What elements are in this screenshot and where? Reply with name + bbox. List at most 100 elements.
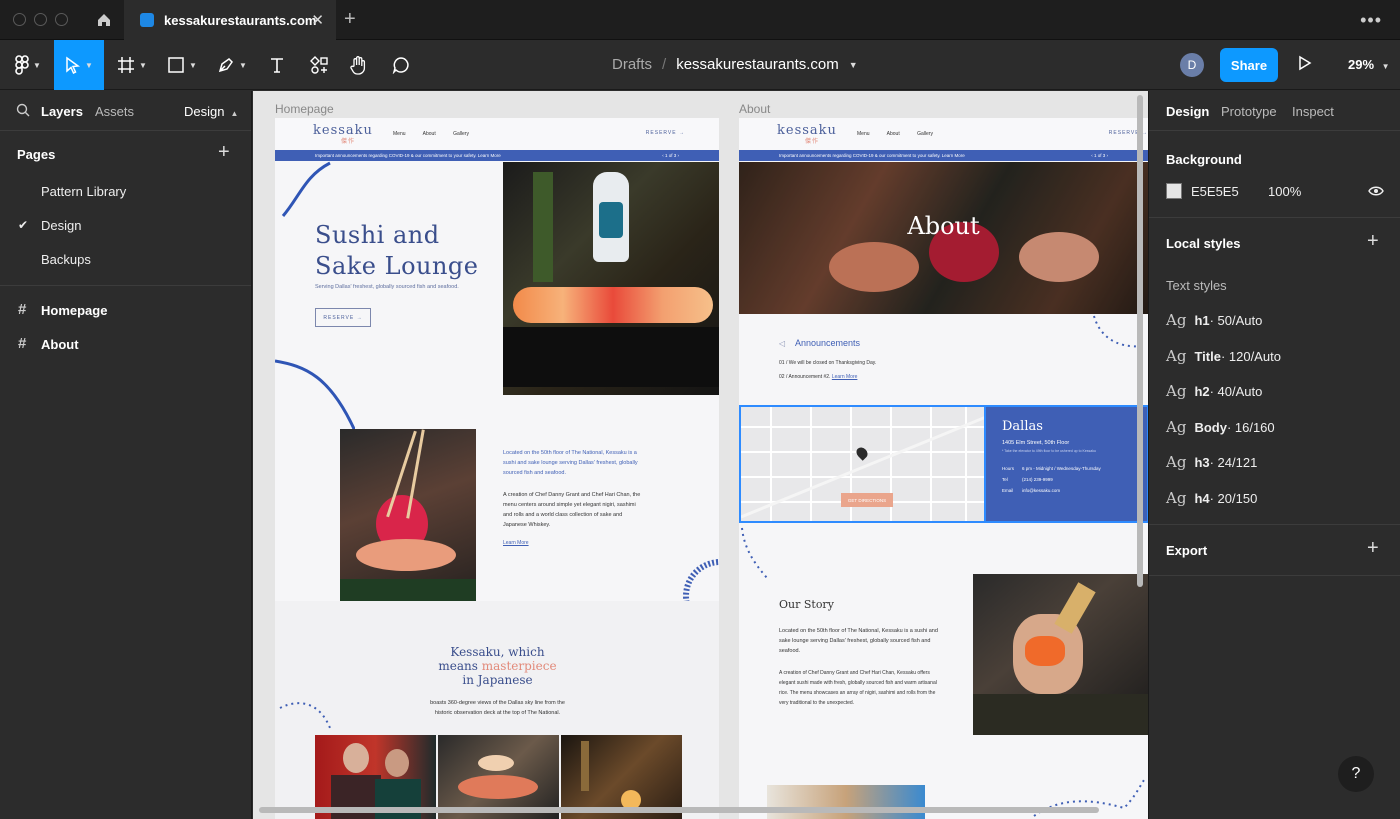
page-item-pattern-library[interactable]: Pattern Library xyxy=(0,175,251,209)
file-tab[interactable]: kessakurestaurants.com ✕ xyxy=(124,0,336,40)
frame-label-homepage[interactable]: Homepage xyxy=(275,102,334,116)
background-hex-input[interactable]: E5E5E5 xyxy=(1191,184,1239,199)
tab-assets[interactable]: Assets xyxy=(95,104,134,119)
get-directions-button: GET DIRECTIONS xyxy=(841,493,893,507)
site-nav-link: Menu xyxy=(857,131,870,137)
site-logo: kessaku 傑作 xyxy=(777,123,837,145)
canvas[interactable]: Homepage About kessaku 傑作 Menu About Gall… xyxy=(253,91,1148,819)
site-nav-links: Menu About Gallery xyxy=(393,131,485,137)
hero-photo-sushi-sake xyxy=(503,162,719,395)
text-style-title[interactable]: Ag Title · 120/Auto xyxy=(1166,347,1281,365)
pen-tool[interactable]: ▼ xyxy=(210,40,254,90)
intro-paragraph-2: A creation of Chef Danny Grant and Chef … xyxy=(503,492,641,528)
background-color-swatch[interactable] xyxy=(1166,183,1182,199)
text-style-icon: Ag xyxy=(1166,489,1187,507)
text-style-icon: Ag xyxy=(1166,418,1187,436)
add-page-button[interactable]: + xyxy=(218,141,230,164)
text-style-body[interactable]: Ag Body · 16/160 xyxy=(1166,418,1275,436)
site-banner: Important announcements regarding COVID-… xyxy=(275,150,719,161)
decorative-brush-stroke xyxy=(275,161,355,432)
window-zoom-button[interactable] xyxy=(55,13,68,26)
search-icon[interactable] xyxy=(16,103,30,122)
add-export-button[interactable]: + xyxy=(1367,537,1379,560)
layer-frame-about[interactable]: # About xyxy=(0,328,251,362)
background-opacity-input[interactable]: 100% xyxy=(1268,184,1301,199)
tab-prototype[interactable]: Prototype xyxy=(1221,104,1277,119)
file-name[interactable]: kessakurestaurants.com xyxy=(676,56,839,73)
location-map: GET DIRECTIONS xyxy=(739,405,984,523)
more-options-icon[interactable]: ••• xyxy=(1360,10,1382,31)
text-style-h3[interactable]: Ag h3 · 24/121 xyxy=(1166,453,1257,471)
page-label: Backups xyxy=(41,252,91,267)
close-tab-icon[interactable]: ✕ xyxy=(311,11,324,29)
style-spec: · 24/121 xyxy=(1209,455,1258,470)
style-name: h2 xyxy=(1194,384,1210,399)
window-minimize-button[interactable] xyxy=(34,13,47,26)
share-button[interactable]: Share xyxy=(1220,48,1278,82)
location-address: 1405 Elm Street, 50th Floor xyxy=(1002,440,1070,446)
avatar[interactable]: D xyxy=(1180,53,1204,77)
tab-inspect[interactable]: Inspect xyxy=(1292,104,1334,119)
text-style-h2[interactable]: Ag h2 · 40/Auto xyxy=(1166,382,1262,400)
site-nav-link: Gallery xyxy=(917,131,933,137)
add-style-button[interactable]: + xyxy=(1367,230,1379,253)
banner-pager: ‹ 1 of 3 › xyxy=(1091,153,1108,158)
style-name: Body xyxy=(1194,420,1227,435)
tab-layers[interactable]: Layers xyxy=(41,104,83,119)
chevron-down-icon: ▼ xyxy=(1381,62,1390,71)
layer-frame-homepage[interactable]: # Homepage xyxy=(0,294,251,328)
chevron-down-icon[interactable]: ▼ xyxy=(849,60,858,70)
frame-tool[interactable]: ▼ xyxy=(110,40,154,90)
breadcrumb: Drafts / kessakurestaurants.com ▼ xyxy=(612,56,858,73)
page-item-backups[interactable]: Backups xyxy=(0,243,251,277)
story-paragraph-1: Located on the 50th floor of The Nationa… xyxy=(779,628,938,654)
breadcrumb-drafts[interactable]: Drafts xyxy=(612,56,652,73)
shape-tool[interactable]: ▼ xyxy=(160,40,204,90)
page-item-design[interactable]: ✔ Design xyxy=(0,209,251,243)
homepage-frame[interactable]: kessaku 傑作 Menu About Gallery RESERVE → I… xyxy=(275,118,719,819)
hero-subtitle: Serving Dallas' freshest, globally sourc… xyxy=(315,284,459,290)
vertical-scrollbar[interactable] xyxy=(1137,95,1143,587)
about-hero-photo: About xyxy=(739,162,1148,314)
home-button[interactable] xyxy=(84,0,124,40)
pages-label: Pages xyxy=(17,147,56,162)
new-tab-button[interactable]: + xyxy=(344,8,356,31)
left-panel-tabs: Layers Assets Design ▲ xyxy=(0,91,251,131)
comment-tool[interactable] xyxy=(386,40,416,90)
pages-header: Pages + xyxy=(0,131,251,175)
location-details: Hours 6 pm - Midnight / Wednesday-Thursda… xyxy=(1002,466,1101,493)
site-nav-link: Menu xyxy=(393,131,406,137)
components-tool[interactable] xyxy=(304,40,334,90)
right-panel: Design Prototype Inspect Background E5E5… xyxy=(1148,91,1400,819)
main-menu-button[interactable]: ▼ xyxy=(4,40,52,90)
announcement-2: 02 / Announcement #2. Learn More xyxy=(779,374,858,380)
page-switcher[interactable]: Design ▲ xyxy=(184,104,238,119)
about-frame[interactable]: kessaku 傑作 Menu About Gallery RESERVE → I… xyxy=(739,118,1148,819)
local-styles-title: Local styles xyxy=(1166,236,1241,251)
photo-chef-hand xyxy=(973,574,1148,735)
style-name: h4 xyxy=(1194,491,1210,506)
zoom-menu[interactable]: 29% ▼ xyxy=(1348,57,1390,72)
play-icon xyxy=(1299,55,1312,71)
present-button[interactable] xyxy=(1298,55,1312,76)
frame-label-about[interactable]: About xyxy=(739,102,770,116)
resources-icon xyxy=(310,56,328,74)
toolbar: ▼ ▼ ▼ ▼ ▼ Drafts / kessakurestaurants.co… xyxy=(0,40,1400,90)
chevron-down-icon: ▼ xyxy=(33,60,41,70)
text-style-h4[interactable]: Ag h4 · 20/150 xyxy=(1166,489,1257,507)
tab-design[interactable]: Design xyxy=(1166,104,1209,119)
style-spec: · 20/150 xyxy=(1209,491,1258,506)
figma-logo-icon xyxy=(15,55,29,75)
banner-pager: ‹ 1 of 3 › xyxy=(662,153,679,158)
move-tool[interactable]: ▼ xyxy=(54,40,104,90)
frame-icon: # xyxy=(18,335,27,352)
hand-tool[interactable] xyxy=(344,40,374,90)
window-close-button[interactable] xyxy=(13,13,26,26)
style-spec: · 120/Auto xyxy=(1220,349,1281,364)
text-tool[interactable] xyxy=(262,40,292,90)
eye-icon[interactable] xyxy=(1368,184,1384,202)
horizontal-scrollbar[interactable] xyxy=(259,807,1099,813)
help-button[interactable]: ? xyxy=(1338,756,1374,792)
text-style-h1[interactable]: Ag h1 · 50/Auto xyxy=(1166,311,1262,329)
text-style-icon: Ag xyxy=(1166,382,1187,400)
